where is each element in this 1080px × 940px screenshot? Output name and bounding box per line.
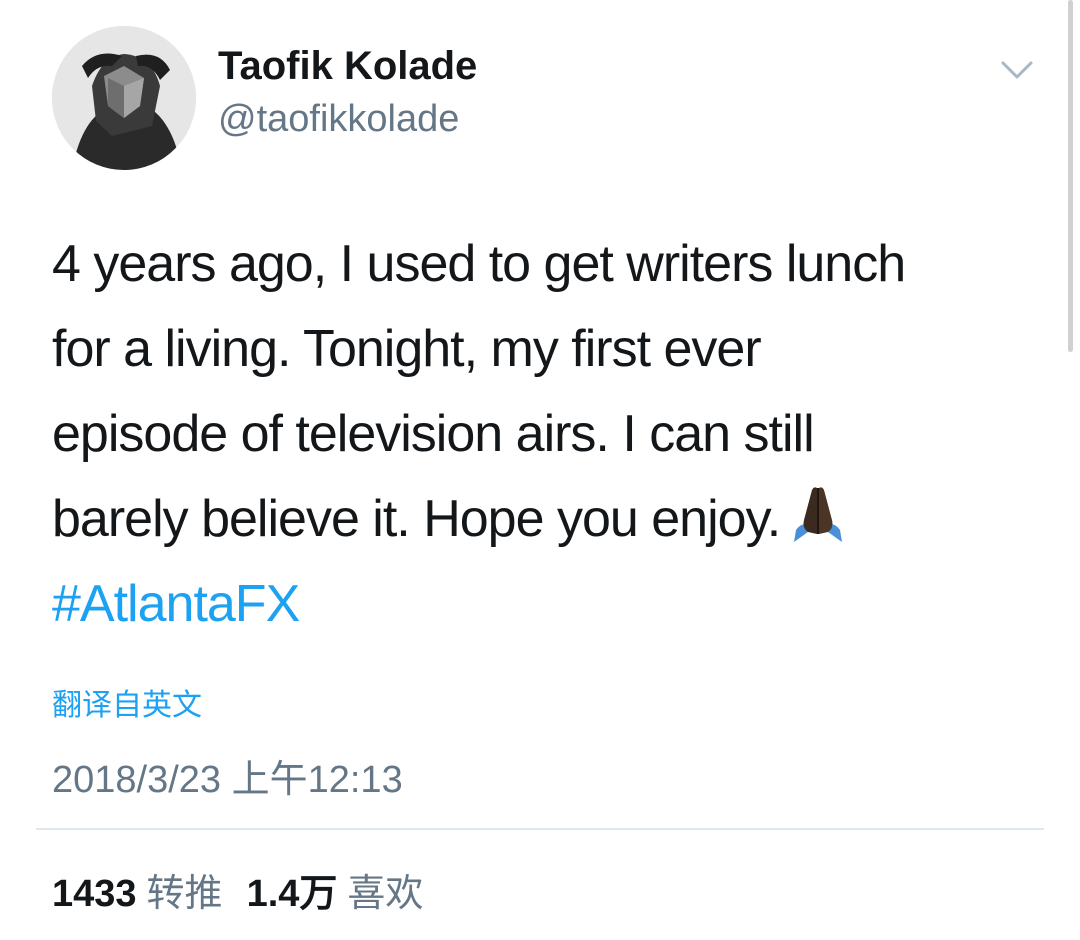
user-handle[interactable]: @taofikkolade — [218, 98, 459, 141]
avatar-image — [52, 26, 196, 170]
likes-label[interactable]: 喜欢 — [347, 862, 423, 917]
tweet-line: episode of television airs. I can still — [52, 405, 815, 463]
timestamp[interactable]: 2018/3/23 上午12:13 — [52, 748, 403, 803]
display-name[interactable]: Taofik Kolade — [218, 44, 477, 89]
tweet-line: for a living. Tonight, my first ever — [52, 320, 762, 378]
retweets-count[interactable]: 1433 — [52, 873, 137, 916]
retweets-label[interactable]: 转推 — [147, 862, 223, 917]
likes-count[interactable]: 1.4万 — [247, 862, 338, 917]
translate-link[interactable]: 翻译自英文 — [52, 680, 202, 724]
scrollbar[interactable] — [1068, 0, 1073, 352]
avatar[interactable] — [52, 26, 196, 170]
divider — [36, 828, 1044, 830]
hashtag-link[interactable]: #AtlantaFX — [52, 562, 1042, 647]
tweet-line-with-emoji: barely believe it. Hope you enjoy. — [52, 477, 1042, 562]
tweet-line: 4 years ago, I used to get writers lunch — [52, 235, 906, 293]
folded-hands-icon — [786, 480, 850, 544]
chevron-down-icon[interactable] — [1000, 58, 1034, 82]
tweet-line-text: barely believe it. Hope you enjoy. — [52, 490, 781, 548]
tweet-text: 4 years ago, I used to get writers lunch… — [52, 222, 1042, 647]
tweet-stats: 1433 转推 1.4万 喜欢 — [52, 862, 447, 917]
